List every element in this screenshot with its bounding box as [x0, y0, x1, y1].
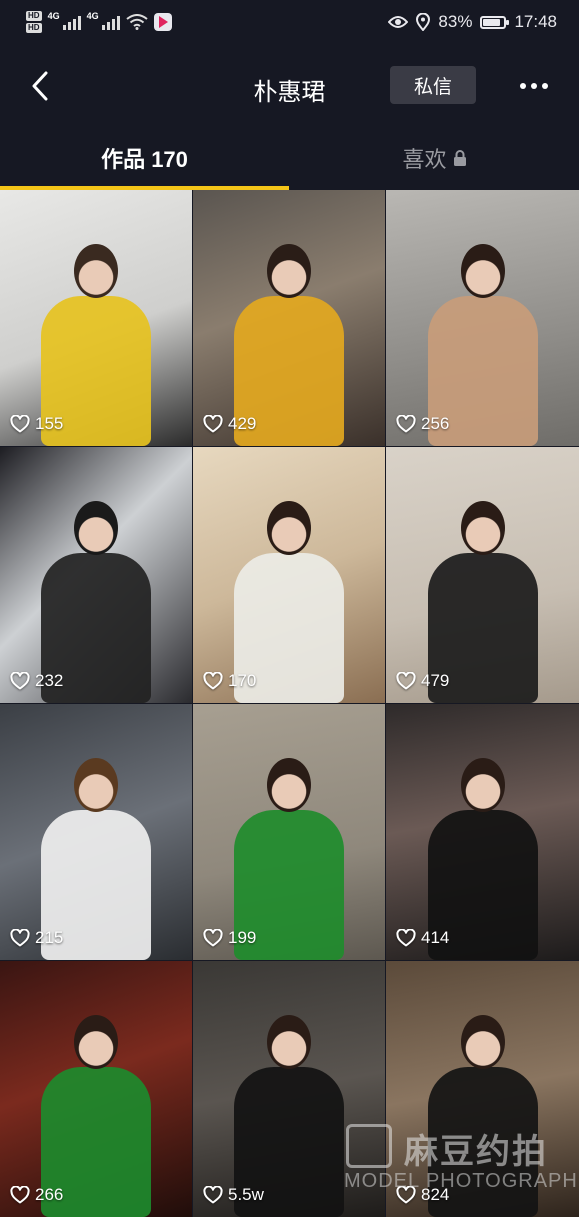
- like-count: 170: [203, 671, 256, 691]
- video-thumbnail[interactable]: 170: [193, 447, 385, 703]
- like-count-value: 155: [35, 414, 64, 433]
- clock: 17:48: [514, 12, 557, 31]
- like-count-value: 266: [35, 1185, 64, 1204]
- like-count: 215: [10, 928, 63, 948]
- back-button[interactable]: [22, 66, 58, 106]
- video-thumbnail[interactable]: 429: [193, 190, 385, 446]
- like-count: 429: [203, 414, 256, 434]
- status-bar: HD HD 4G 4G 83% 17:48: [0, 0, 579, 44]
- like-count: 479: [396, 671, 449, 691]
- like-count-value: 232: [35, 671, 64, 690]
- video-thumbnail[interactable]: 155: [0, 190, 192, 446]
- tab-likes[interactable]: 喜欢: [290, 126, 579, 190]
- like-count: 5.5w: [203, 1185, 264, 1205]
- like-count-value: 429: [228, 414, 257, 433]
- heart-icon: [396, 672, 416, 690]
- profile-tabs: 作品 170 喜欢: [0, 126, 579, 190]
- thumbnail-face: [460, 758, 505, 812]
- lock-icon: [453, 150, 466, 166]
- video-thumbnail[interactable]: 414: [386, 704, 579, 960]
- thumbnail-face: [74, 244, 118, 298]
- video-grid: 155 429 256 232 170 479 215 199 414 266 5.5w 824: [0, 190, 579, 1217]
- wifi-icon: [125, 14, 148, 30]
- heart-icon: [396, 415, 416, 433]
- video-thumbnail[interactable]: 215: [0, 704, 192, 960]
- thumbnail-face: [267, 1015, 311, 1069]
- heart-icon: [10, 672, 30, 690]
- hd-label-2: HD: [26, 23, 42, 33]
- thumbnail-face: [460, 244, 505, 298]
- video-thumbnail[interactable]: 266: [0, 961, 192, 1217]
- profile-header: 朴惠珺 私信: [0, 56, 579, 116]
- network-type-2: 4G: [86, 11, 99, 21]
- battery-fill: [483, 18, 500, 26]
- profile-name: 朴惠珺: [253, 79, 326, 106]
- more-options-button[interactable]: [512, 72, 556, 100]
- thumbnail-face: [74, 1015, 118, 1069]
- like-count-value: 215: [35, 928, 64, 947]
- heart-icon: [203, 929, 223, 947]
- chevron-left-icon: [32, 71, 48, 101]
- more-dot: [531, 83, 537, 89]
- tab-works-label: 作品 170: [101, 147, 188, 172]
- like-count: 824: [396, 1185, 449, 1205]
- like-count: 256: [396, 414, 449, 434]
- video-thumbnail[interactable]: 199: [193, 704, 385, 960]
- video-thumbnail[interactable]: 256: [386, 190, 579, 446]
- like-count: 199: [203, 928, 256, 948]
- like-count: 414: [396, 928, 449, 948]
- like-count-value: 199: [228, 928, 257, 947]
- like-count-value: 414: [421, 928, 450, 947]
- like-count-value: 824: [421, 1185, 450, 1204]
- thumbnail-face: [267, 244, 311, 298]
- message-button[interactable]: 私信: [390, 66, 476, 104]
- heart-icon: [396, 929, 416, 947]
- thumbnail-face: [460, 1015, 505, 1069]
- more-dot: [520, 83, 526, 89]
- hd-indicator: HD HD: [26, 11, 42, 33]
- like-count: 266: [10, 1185, 63, 1205]
- tab-likes-label: 喜欢: [402, 147, 447, 172]
- signal-icon-2: [101, 14, 120, 30]
- thumbnail-face: [267, 758, 311, 812]
- battery-percent: 83%: [438, 12, 473, 31]
- eye-icon: [388, 16, 409, 28]
- signal-icon: [62, 14, 81, 30]
- heart-icon: [10, 1186, 30, 1204]
- like-count-value: 479: [421, 671, 450, 690]
- battery-icon: [480, 15, 510, 29]
- heart-icon: [203, 1186, 223, 1204]
- video-thumbnail[interactable]: 479: [386, 447, 579, 703]
- like-count-value: 256: [421, 414, 450, 433]
- thumbnail-face: [74, 501, 118, 555]
- video-thumbnail[interactable]: 232: [0, 447, 192, 703]
- location-icon: [416, 13, 431, 31]
- heart-icon: [10, 415, 30, 433]
- video-thumbnail[interactable]: 5.5w: [193, 961, 385, 1217]
- like-count-value: 170: [228, 671, 257, 690]
- more-dot: [542, 83, 548, 89]
- heart-icon: [10, 929, 30, 947]
- thumbnail-face: [267, 501, 311, 555]
- tab-works[interactable]: 作品 170: [0, 126, 289, 190]
- like-count: 232: [10, 671, 63, 691]
- heart-icon: [396, 1186, 416, 1204]
- heart-icon: [203, 672, 223, 690]
- hd-label-1: HD: [26, 11, 42, 21]
- video-thumbnail[interactable]: 824: [386, 961, 579, 1217]
- thumbnail-face: [460, 501, 505, 555]
- video-app-icon: [153, 13, 172, 31]
- heart-icon: [203, 415, 223, 433]
- like-count-value: 5.5w: [228, 1185, 264, 1204]
- network-type-1: 4G: [47, 11, 60, 21]
- like-count: 155: [10, 414, 63, 434]
- thumbnail-face: [74, 758, 118, 812]
